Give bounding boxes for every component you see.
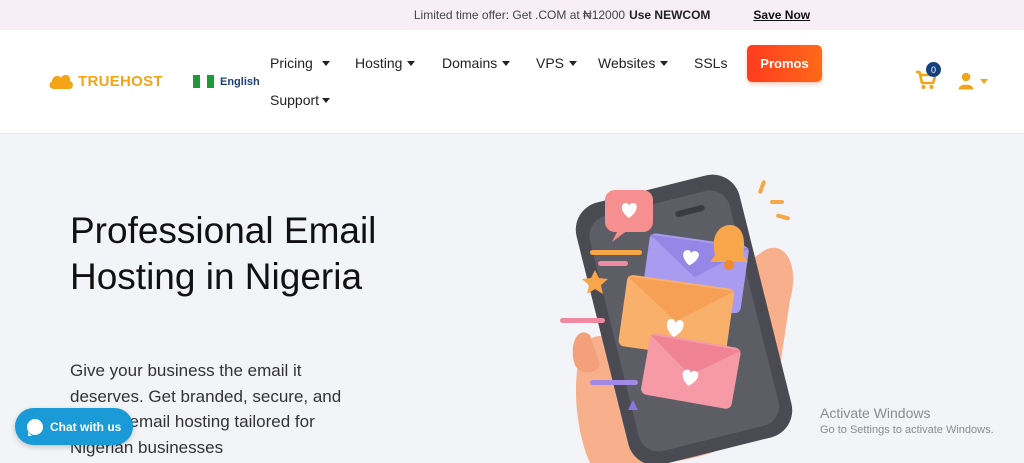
chat-bubble-icon — [27, 418, 43, 436]
account-menu[interactable] — [958, 72, 988, 90]
nav-vps[interactable]: VPS — [536, 55, 578, 71]
nav-websites-label: Websites — [598, 55, 656, 71]
cart-count-badge: 0 — [926, 62, 941, 77]
chevron-down-icon — [569, 60, 578, 66]
chevron-down-icon — [322, 97, 331, 103]
nav-pricing-label: Pricing — [270, 55, 313, 71]
cloud-logo-icon — [49, 74, 73, 89]
nav-vps-label: VPS — [536, 55, 565, 71]
promo-code: Use NEWCOM — [629, 8, 711, 22]
nav-hosting-label: Hosting — [355, 55, 403, 71]
promo-bar: Limited time offer: Get .COM at ₦12000 U… — [0, 0, 1024, 30]
chevron-down-icon — [321, 60, 330, 66]
nav-hosting[interactable]: Hosting — [355, 55, 416, 71]
nav-support-label: Support — [270, 92, 320, 108]
chevron-down-icon — [980, 78, 988, 84]
nav-domains-label: Domains — [442, 55, 498, 71]
nav-ssls-label: SSLs — [694, 55, 728, 71]
user-icon — [958, 72, 974, 90]
header: TRUEHOST English Pricing Hosting Domains… — [0, 30, 1024, 134]
nigeria-flag-icon — [193, 75, 214, 88]
nav-support[interactable]: Support — [270, 92, 331, 108]
promos-button[interactable]: Promos — [747, 45, 822, 82]
nav-domains[interactable]: Domains — [442, 55, 511, 71]
activate-windows-title: Activate Windows — [820, 405, 931, 421]
logo[interactable]: TRUEHOST — [48, 72, 163, 90]
chevron-down-icon — [407, 60, 416, 66]
promo-text: Limited time offer: Get .COM at ₦12000 — [413, 8, 626, 22]
chevron-down-icon — [660, 60, 669, 66]
nav-websites[interactable]: Websites — [598, 55, 669, 71]
cart-button[interactable]: 0 — [915, 62, 941, 95]
chevron-down-icon — [502, 60, 511, 66]
save-now-link[interactable]: Save Now — [753, 8, 810, 22]
chat-label: Chat with us — [50, 419, 122, 434]
chat-with-us-button[interactable]: Chat with us — [15, 408, 133, 445]
activate-windows-subtitle: Go to Settings to activate Windows. — [820, 424, 994, 436]
language-label: English — [220, 75, 260, 88]
nav-ssls[interactable]: SSLs — [694, 55, 727, 71]
brand-name: TRUEHOST — [78, 72, 163, 90]
hero-title: Professional Email Hosting in Nigeria — [70, 210, 377, 297]
language-selector[interactable]: English — [193, 75, 260, 88]
email-phone-illustration — [560, 174, 794, 463]
activate-windows-watermark: Activate Windows Go to Settings to activ… — [820, 405, 994, 436]
nav-pricing[interactable]: Pricing — [270, 55, 330, 71]
